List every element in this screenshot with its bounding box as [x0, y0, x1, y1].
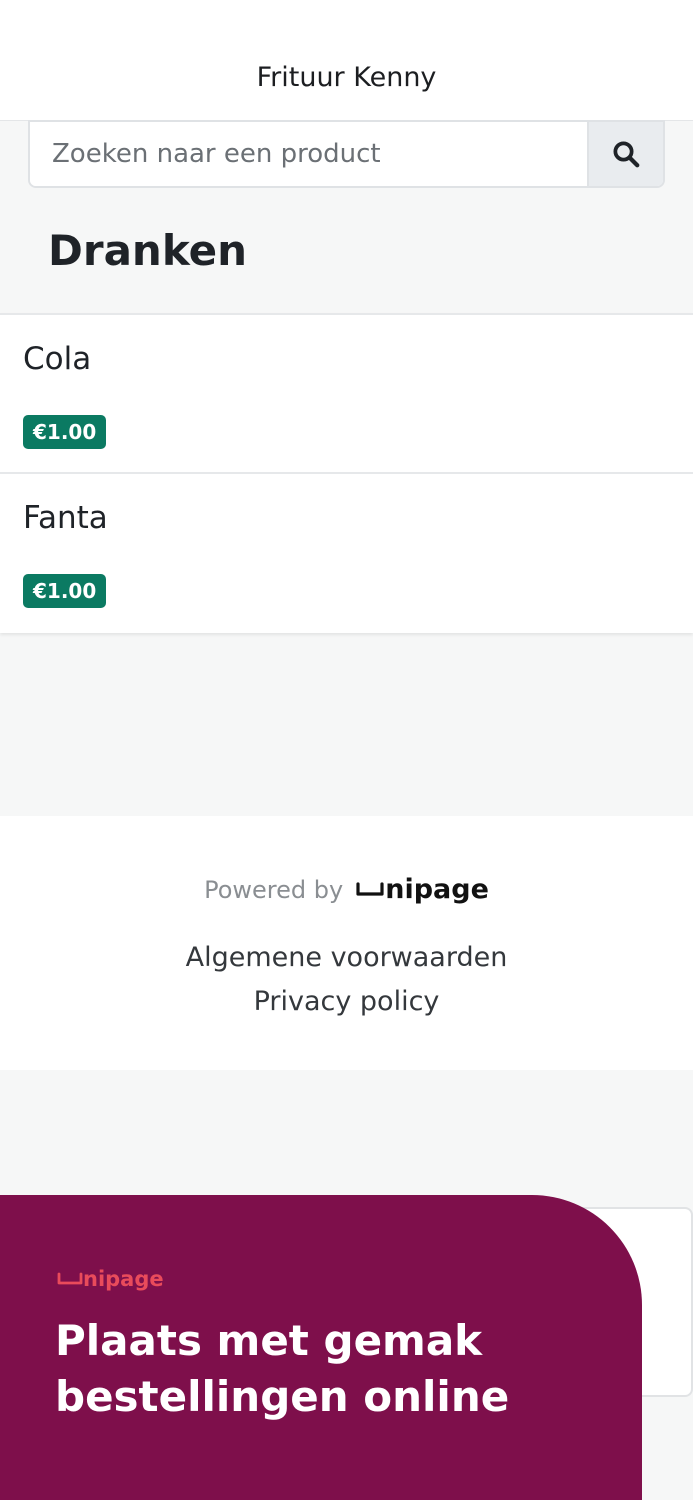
unipage-brand-link[interactable]: nipage — [355, 874, 489, 905]
promo-banner[interactable]: nipage Plaats met gemak bestellingen onl… — [0, 1195, 642, 1500]
page-title: Frituur Kenny — [256, 62, 437, 93]
search-button[interactable] — [587, 122, 663, 186]
price-badge: €1.00 — [23, 574, 107, 608]
unipage-logo-icon — [356, 881, 384, 896]
product-name: Fanta — [23, 500, 108, 536]
powered-by: Powered by nipage — [0, 874, 693, 905]
footer: Powered by nipage Algemene voorwaarden P… — [0, 816, 693, 1070]
terms-link[interactable]: Algemene voorwaarden — [0, 942, 693, 973]
product-list: Cola €1.00 Fanta €1.00 — [0, 313, 693, 633]
privacy-link[interactable]: Privacy policy — [0, 986, 693, 1017]
promo-headline: Plaats met gemak bestellingen online — [55, 1316, 510, 1421]
brand-name: nipage — [385, 874, 489, 905]
product-item[interactable]: Cola €1.00 — [0, 315, 693, 474]
price-badge: €1.00 — [23, 415, 107, 449]
search-bar — [28, 120, 665, 188]
product-item[interactable]: Fanta €1.00 — [0, 474, 693, 633]
search-icon — [613, 141, 640, 168]
promo-brand: nipage — [57, 1267, 164, 1291]
product-name: Cola — [23, 341, 92, 377]
search-input[interactable] — [30, 122, 587, 186]
category-title: Dranken — [48, 226, 248, 275]
promo-brand-name: nipage — [83, 1267, 164, 1291]
app-header: Frituur Kenny — [0, 0, 693, 121]
unipage-logo-icon — [57, 1272, 83, 1285]
powered-by-text: Powered by — [204, 875, 344, 904]
